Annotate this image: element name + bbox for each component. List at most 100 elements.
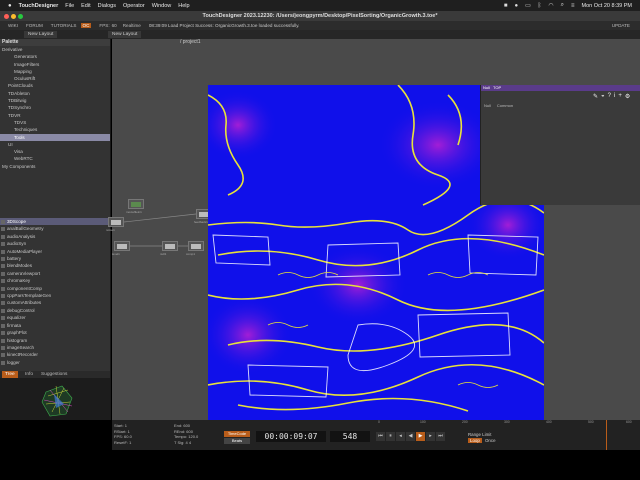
palette-tree-item[interactable]: UI [0, 141, 110, 148]
palette-list-item[interactable]: AutoMediaPlayer [0, 248, 110, 255]
palette-list-item[interactable]: firmata [0, 322, 110, 329]
help-icon[interactable]: ? [608, 93, 611, 100]
once-toggle[interactable]: Once [485, 438, 496, 443]
palette-tree-item[interactable]: Visa [0, 148, 110, 155]
camera-icon[interactable]: ■ [504, 3, 508, 9]
palette-list-item[interactable]: cppParsTemplateGen [0, 292, 110, 299]
palette-list-item[interactable]: kinectRecorder [0, 351, 110, 358]
menu-window[interactable]: Window [152, 3, 172, 9]
menu-edit[interactable]: Edit [81, 3, 90, 9]
palette-list-item[interactable]: customAttributes [0, 299, 110, 306]
control-center-icon[interactable]: ≡ [571, 3, 575, 9]
playhead[interactable] [606, 420, 607, 450]
bluetooth-icon[interactable]: ᛒ [538, 3, 542, 9]
tutorials-button[interactable]: TUTORIALS [51, 23, 77, 28]
palette-list-item[interactable]: debugControl [0, 307, 110, 314]
palette-tree-item[interactable]: Mapping [0, 68, 110, 75]
timeline-ruler[interactable]: 0 100 200 300 400 500 600 [376, 420, 640, 450]
wrench-icon[interactable]: ✎ [593, 93, 598, 100]
palette-tree-item[interactable]: Tools [0, 133, 110, 141]
end-value[interactable]: 600 [183, 423, 190, 428]
tab-info[interactable]: Info [22, 371, 36, 378]
palette-list-item[interactable]: componentComp [0, 285, 110, 292]
add-icon[interactable]: + [618, 93, 622, 100]
tsig-value[interactable]: 4 4 [186, 440, 192, 445]
palette-tree-item[interactable]: TDBitwig [0, 97, 110, 104]
rewind-icon[interactable]: ⏮ [376, 432, 385, 441]
zoom-window-button[interactable] [18, 14, 23, 19]
perf-button[interactable]: OC [80, 23, 92, 28]
palette-list-item[interactable]: audioSyn [0, 240, 110, 247]
realtime-toggle[interactable]: Realtime [123, 23, 141, 28]
menu-app[interactable]: TouchDesigner [19, 3, 59, 9]
resetf-value[interactable]: 1 [129, 440, 131, 445]
forward-icon[interactable]: ⏭ [436, 432, 445, 441]
palette-tree-item[interactable]: ImageFilters [0, 61, 110, 68]
rend-value[interactable]: 600 [186, 429, 193, 434]
left-pane-tab[interactable]: New Layout [24, 31, 58, 38]
info-icon[interactable]: i [614, 93, 615, 100]
beats-toggle[interactable]: Beats [224, 438, 250, 444]
palette-list-item[interactable]: imageSearch [0, 344, 110, 351]
play-icon[interactable]: ▶ [416, 432, 425, 441]
palette-list-item[interactable]: chromaKey [0, 277, 110, 284]
play-reverse-icon[interactable]: ◀ [406, 432, 415, 441]
network-editor[interactable]: / project1 moviefilein1 noise1 level1 nu… [106, 39, 640, 421]
palette-tree-item[interactable]: Generators [0, 53, 110, 60]
palette-list-item[interactable]: blendModes [0, 262, 110, 269]
wifi-icon[interactable]: ◠ [548, 2, 553, 9]
settings-icon[interactable]: ⚙ [625, 93, 630, 100]
palette-tree-item[interactable]: WebRTC [0, 155, 110, 162]
menubar-clock[interactable]: Mon Oct 20 8:39 PM [582, 3, 632, 9]
right-pane-tab[interactable]: New Layout [108, 31, 142, 38]
tab-common[interactable]: Common [497, 103, 513, 108]
close-window-button[interactable] [4, 14, 9, 19]
palette-list-item[interactable]: audioAnalysis [0, 233, 110, 240]
fps-field[interactable]: 60.0 [124, 434, 132, 439]
palette-tree-item[interactable]: TDVR [0, 112, 110, 119]
palette-tree-item[interactable]: Derivative [0, 46, 110, 53]
start-value[interactable]: 1 [125, 423, 127, 428]
palette-list-item[interactable]: graphPlot [0, 329, 110, 336]
record-icon[interactable]: ● [515, 3, 519, 9]
menu-dialogs[interactable]: Dialogs [98, 3, 116, 9]
palette-list-item[interactable]: battery [0, 255, 110, 262]
palette-tree-item[interactable]: PointClouds [0, 82, 110, 89]
timecode-display[interactable]: 00:00:09:07 [256, 431, 326, 442]
search-icon[interactable]: ⌕ [561, 2, 564, 9]
tab-suggestions[interactable]: Suggestions [38, 371, 70, 378]
battery-icon[interactable]: ▭ [525, 2, 531, 9]
palette-tree-item[interactable]: My Components [0, 163, 110, 170]
apple-icon[interactable]: ● [8, 3, 12, 9]
tempo-value[interactable]: 120.0 [188, 434, 198, 439]
palette-list-item[interactable]: equalizer [0, 314, 110, 321]
palette-list-item[interactable]: cameraViewport [0, 270, 110, 277]
tab-null[interactable]: Null [484, 103, 491, 108]
minimize-window-button[interactable] [11, 14, 16, 19]
update-button[interactable]: UPDATE [612, 23, 630, 28]
palette-tree-item[interactable]: TDSynchro [0, 104, 110, 111]
step-forward-icon[interactable]: ▸ [426, 432, 435, 441]
palette-list-item[interactable]: 3DScope [0, 218, 110, 226]
timecode-toggle[interactable]: TimeCode [224, 431, 250, 437]
palette-preview [0, 378, 110, 420]
palette-tree-item[interactable]: TDVS [0, 119, 110, 126]
loop-toggle[interactable]: Loop [468, 438, 482, 443]
palette-list-item[interactable]: histogram [0, 337, 110, 344]
palette-tree-item[interactable]: OculusRift [0, 75, 110, 82]
frame-display[interactable]: 548 [330, 431, 370, 442]
step-back-icon[interactable]: ◂ [396, 432, 405, 441]
wiki-button[interactable]: WIKI [8, 23, 18, 28]
palette-tree-item[interactable]: Techniques [0, 126, 110, 133]
tab-tree[interactable]: Tree [2, 371, 18, 378]
python-icon[interactable]: ◒ [601, 93, 605, 100]
pause-icon[interactable]: ⏸ [386, 432, 395, 441]
menu-file[interactable]: File [65, 3, 74, 9]
forum-button[interactable]: FORUM [26, 23, 43, 28]
palette-tree-item[interactable]: TDAbleton [0, 90, 110, 97]
menu-operator[interactable]: Operator [123, 3, 145, 9]
palette-list-item[interactable]: analBallGeometry [0, 225, 110, 232]
rstart-value[interactable]: 1 [128, 429, 130, 434]
menu-help[interactable]: Help [178, 3, 189, 9]
palette-list-item[interactable]: logger [0, 359, 110, 366]
